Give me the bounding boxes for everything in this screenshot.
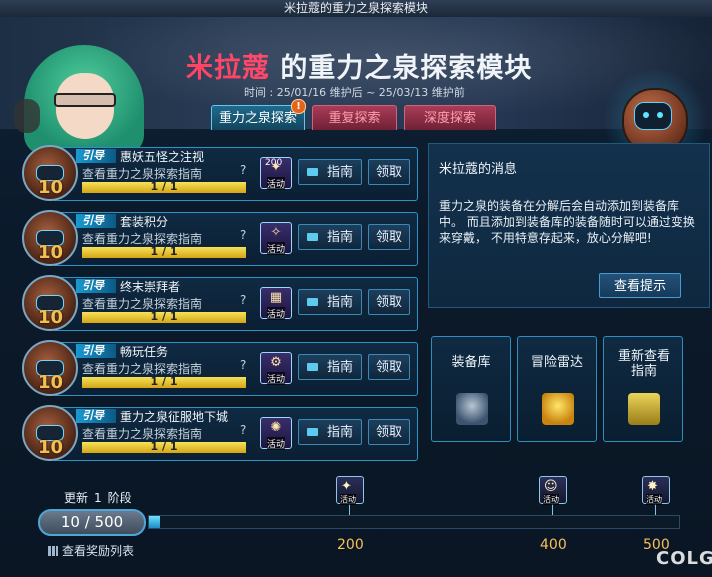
quest-level: 10 (38, 242, 64, 263)
quest-tag: 引导 (76, 409, 116, 423)
reward-item[interactable]: 200 ✦ 活动 (260, 157, 292, 190)
quest-title: 惠妖五怪之注视 (120, 150, 205, 164)
equipment-storage-button[interactable]: 装备库 (431, 336, 511, 442)
reward-label: 活动 (267, 177, 286, 190)
progress-counter: 10 / 500 (38, 509, 146, 536)
claim-button[interactable]: 领取 (368, 224, 410, 250)
claim-button[interactable]: 领取 (368, 354, 410, 380)
signpost-icon (628, 393, 660, 425)
title-highlight: 米拉蔻 (186, 53, 270, 84)
guide-button[interactable]: 指南 (298, 224, 362, 250)
message-panel: 米拉蔻的消息 重力之泉的装备在分解后会自动添加到装备库中。 而且添加到装备库的装… (428, 143, 710, 308)
event-window: 米拉蔻的重力之泉探索模块 米拉蔻 的重力之泉探索模块 时间 : 25/01/16… (0, 0, 712, 577)
book-icon (307, 233, 318, 241)
progress-fill (149, 516, 160, 528)
reward-list-link[interactable]: 查看奖励列表 (48, 542, 134, 559)
quest-row: 10 引导 惠妖五怪之注视 查看重力之泉探索指南 ? 1 / 1 200 ✦ 活… (22, 145, 418, 203)
quest-progress-text: 1 / 1 (150, 245, 178, 258)
quest-level: 10 (38, 372, 64, 393)
event-period: 时间 : 25/01/16 维护后 ~ 25/03/13 维护前 (244, 86, 465, 99)
quest-tag: 引导 (76, 149, 116, 163)
quest-progress-text: 1 / 1 (150, 310, 178, 323)
guide-button[interactable]: 指南 (298, 159, 362, 185)
quest-tag: 引导 (76, 279, 116, 293)
quest-progress-text: 1 / 1 (150, 180, 178, 193)
milestone-reward-500[interactable]: ✸ 活动 (642, 476, 670, 505)
quest-desc: 查看重力之泉探索指南 (82, 232, 203, 246)
title-bar: 米拉蔻的重力之泉探索模块 (0, 0, 712, 18)
quest-desc: 查看重力之泉探索指南 (82, 297, 203, 311)
watermark-logo: COLG (656, 548, 712, 569)
quest-desc: 查看重力之泉探索指南 (82, 167, 203, 181)
reward-icon: ✧ (270, 225, 282, 240)
quest-tag: 引导 (76, 214, 116, 228)
reward-label: 活动 (267, 307, 286, 320)
quest-progress-text: 1 / 1 (150, 375, 178, 388)
milestone-reward-200[interactable]: ✦ 活动 (336, 476, 364, 505)
quest-level: 10 (38, 437, 64, 458)
help-icon[interactable]: ? (240, 228, 246, 242)
reward-label: 活动 (267, 242, 286, 255)
quest-row: 10 引导 畅玩任务 查看重力之泉探索指南 ? 1 / 1 ⚙ 活动 指南 领取 (22, 340, 418, 398)
reward-item[interactable]: ▦ 活动 (260, 287, 292, 320)
guide-button[interactable]: 指南 (298, 419, 362, 445)
guide-button[interactable]: 指南 (298, 289, 362, 315)
quest-row: 10 引导 重力之泉征服地下城 查看重力之泉探索指南 ? 1 / 1 ✺ 活动 … (22, 405, 418, 463)
reward-icon: ✺ (270, 420, 282, 435)
reward-icon: ✦ (270, 160, 282, 175)
tab-deep-explore[interactable]: 深度探索 (404, 105, 496, 130)
quest-title: 终末崇拜者 (120, 280, 181, 294)
tab-repeat-explore[interactable]: 重复探索 (312, 105, 397, 130)
progress-track (148, 515, 680, 529)
milestone-value: 200 (337, 537, 364, 553)
quest-title: 畅玩任务 (120, 345, 169, 359)
quest-desc: 查看重力之泉探索指南 (82, 362, 203, 376)
help-icon[interactable]: ? (240, 293, 246, 307)
reward-label: 活动 (267, 437, 286, 450)
adventure-radar-button[interactable]: 冒险雷达 (517, 336, 597, 442)
help-icon[interactable]: ? (240, 423, 246, 437)
reward-item[interactable]: ✺ 活动 (260, 417, 292, 450)
tab-alert-badge: ! (291, 99, 306, 114)
milestone-reward-400[interactable]: ☺ 活动 (539, 476, 567, 505)
claim-button[interactable]: 领取 (368, 159, 410, 185)
guide-button[interactable]: 指南 (298, 354, 362, 380)
book-icon (307, 298, 318, 306)
quest-tag: 引导 (76, 344, 116, 358)
quest-title: 套装积分 (120, 215, 169, 229)
reward-item[interactable]: ⚙ 活动 (260, 352, 292, 385)
view-tips-button[interactable]: 查看提示 (599, 273, 681, 298)
quest-title: 重力之泉征服地下城 (120, 410, 229, 424)
book-icon (307, 363, 318, 371)
radar-icon (542, 393, 574, 425)
quest-progress-text: 1 / 1 (150, 440, 178, 453)
quest-row: 10 引导 终末崇拜者 查看重力之泉探索指南 ? 1 / 1 ▦ 活动 指南 领… (22, 275, 418, 333)
message-title: 米拉蔻的消息 (439, 162, 518, 177)
review-guide-button[interactable]: 重新查看指南 (603, 336, 683, 442)
help-icon[interactable]: ? (240, 358, 246, 372)
milestone-value: 400 (540, 537, 567, 553)
page-title: 米拉蔻 的重力之泉探索模块 (186, 46, 532, 85)
quest-level: 10 (38, 177, 64, 198)
book-icon (307, 168, 318, 176)
message-body: 重力之泉的装备在分解后会自动添加到装备库中。 而且添加到装备库的装备随时可以通过… (439, 199, 695, 245)
title-rest: 的重力之泉探索模块 (270, 53, 533, 84)
character-portrait (6, 37, 176, 155)
quest-desc: 查看重力之泉探索指南 (82, 427, 203, 441)
window-title: 米拉蔻的重力之泉探索模块 (283, 1, 428, 15)
claim-button[interactable]: 领取 (368, 289, 410, 315)
claim-button[interactable]: 领取 (368, 419, 410, 445)
quest-row: 10 引导 套装积分 查看重力之泉探索指南 ? 1 / 1 ✧ 活动 指南 领取 (22, 210, 418, 268)
list-icon (48, 546, 58, 556)
help-icon[interactable]: ? (240, 163, 246, 177)
reward-icon: ⚙ (270, 355, 282, 370)
reward-item[interactable]: ✧ 活动 (260, 222, 292, 255)
stage-value: 1 (94, 491, 102, 505)
armor-icon (456, 393, 488, 425)
reward-icon: ▦ (269, 290, 283, 305)
quest-level: 10 (38, 307, 64, 328)
reward-label: 活动 (267, 372, 286, 385)
book-icon (307, 428, 318, 436)
update-stage: 更新 1 阶段 (64, 491, 132, 505)
